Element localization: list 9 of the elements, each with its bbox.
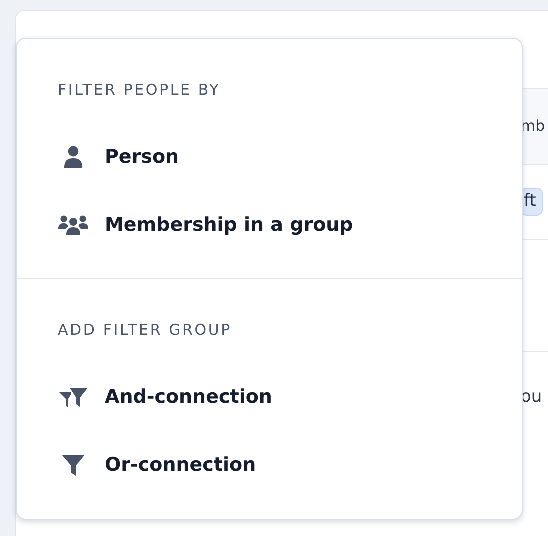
menu-item[interactable]: Membership in a group: [58, 201, 354, 249]
section-heading: ADD FILTER GROUP: [58, 320, 233, 341]
filters-icon: [58, 385, 89, 409]
group-icon: [58, 213, 89, 237]
section-heading: FILTER PEOPLE BY: [58, 80, 222, 101]
menu-item[interactable]: And-connection: [58, 373, 272, 421]
tag: ft: [521, 188, 544, 216]
menu-item[interactable]: Or-connection: [58, 441, 256, 489]
menu-item[interactable]: Person: [58, 133, 180, 181]
